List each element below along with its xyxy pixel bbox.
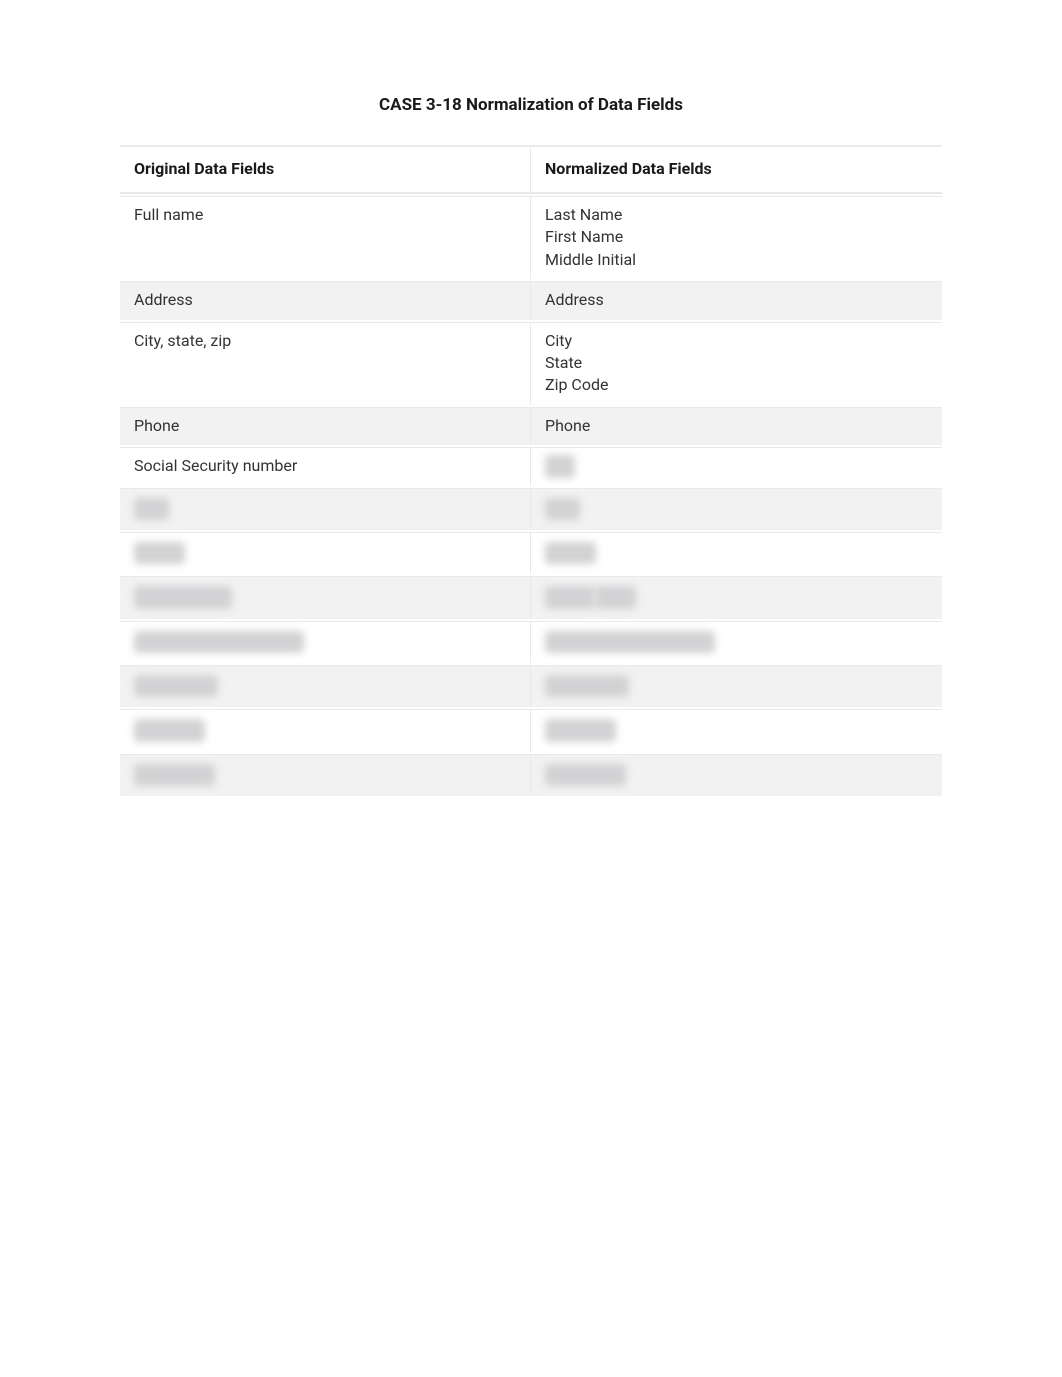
cell-text: Degree/Major (134, 586, 232, 608)
cell-normalized: Start Date (531, 709, 942, 751)
cell-normalized: DegreeMajor (531, 576, 942, 618)
cell-normalized: Address (531, 281, 942, 319)
table-row: Start Date Start Date (120, 709, 942, 751)
page-title: CASE 3-18 Normalization of Data Fields (120, 95, 942, 115)
cell-text: Credentials (545, 764, 626, 786)
cell-text: Middle Initial (545, 249, 928, 271)
table-row: Social Security number SSN (120, 447, 942, 485)
cell-normalized: Department (531, 665, 942, 707)
table-row: Phone Phone (120, 407, 942, 445)
cell-original: Full name (120, 196, 531, 279)
cell-text: Date of Past Graduation (545, 631, 715, 653)
table-row: Degree/Major DegreeMajor (120, 576, 942, 618)
cell-text: Start Date (545, 719, 616, 741)
data-fields-table: Original Data Fields Normalized Data Fie… (120, 143, 942, 798)
cell-original: Credentials (120, 754, 531, 796)
header-original: Original Data Fields (120, 145, 531, 194)
cell-text: Start Date (134, 719, 205, 741)
cell-text: Social Security number (134, 455, 516, 477)
cell-text: Race (545, 498, 580, 520)
table-row: Date of Past Graduation Date of Past Grad… (120, 621, 942, 663)
cell-text: Phone (545, 415, 928, 437)
cell-text: SSN (545, 455, 575, 477)
table-row: Full name Last NameFirst NameMiddle Initi… (120, 196, 942, 279)
cell-normalized: Phone (531, 407, 942, 445)
cell-text: Zip Code (545, 374, 928, 396)
table-row: Gender Gender (120, 532, 942, 574)
cell-normalized: Date of Past Graduation (531, 621, 942, 663)
cell-original: City, state, zip (120, 322, 531, 405)
table-header-row: Original Data Fields Normalized Data Fie… (120, 145, 942, 194)
cell-original: Address (120, 281, 531, 319)
cell-original: Department (120, 665, 531, 707)
table-row: Address Address (120, 281, 942, 319)
cell-text: Department (134, 675, 218, 697)
cell-text: Address (134, 289, 516, 311)
cell-text: First Name (545, 226, 928, 248)
cell-text: Credentials (134, 764, 215, 786)
header-normalized: Normalized Data Fields (531, 145, 942, 194)
cell-original: Phone (120, 407, 531, 445)
cell-normalized: Last NameFirst NameMiddle Initial (531, 196, 942, 279)
table-row: Race Race (120, 488, 942, 530)
cell-text: Department (545, 675, 629, 697)
cell-normalized: Race (531, 488, 942, 530)
cell-normalized: Gender (531, 532, 942, 574)
cell-original: Degree/Major (120, 576, 531, 618)
cell-text: Phone (134, 415, 516, 437)
cell-text: City, state, zip (134, 330, 516, 352)
cell-text: Major (595, 586, 636, 608)
cell-text: State (545, 352, 928, 374)
table-row: Department Department (120, 665, 942, 707)
cell-text: Gender (545, 542, 596, 564)
table-row: City, state, zip CityStateZip Code (120, 322, 942, 405)
cell-text: Date of Past Graduation (134, 631, 304, 653)
cell-text: Full name (134, 204, 516, 226)
cell-original: Date of Past Graduation (120, 621, 531, 663)
cell-text: Gender (134, 542, 185, 564)
table-row: Credentials Credentials (120, 754, 942, 796)
cell-original: Start Date (120, 709, 531, 751)
cell-normalized: CityStateZip Code (531, 322, 942, 405)
cell-original: Race (120, 488, 531, 530)
cell-normalized: SSN (531, 447, 942, 485)
cell-text: City (545, 330, 928, 352)
cell-original: Gender (120, 532, 531, 574)
cell-text: Address (545, 289, 928, 311)
cell-normalized: Credentials (531, 754, 942, 796)
cell-text: Race (134, 498, 169, 520)
cell-original: Social Security number (120, 447, 531, 485)
cell-text: Last Name (545, 204, 928, 226)
cell-text: Degree (545, 586, 595, 608)
